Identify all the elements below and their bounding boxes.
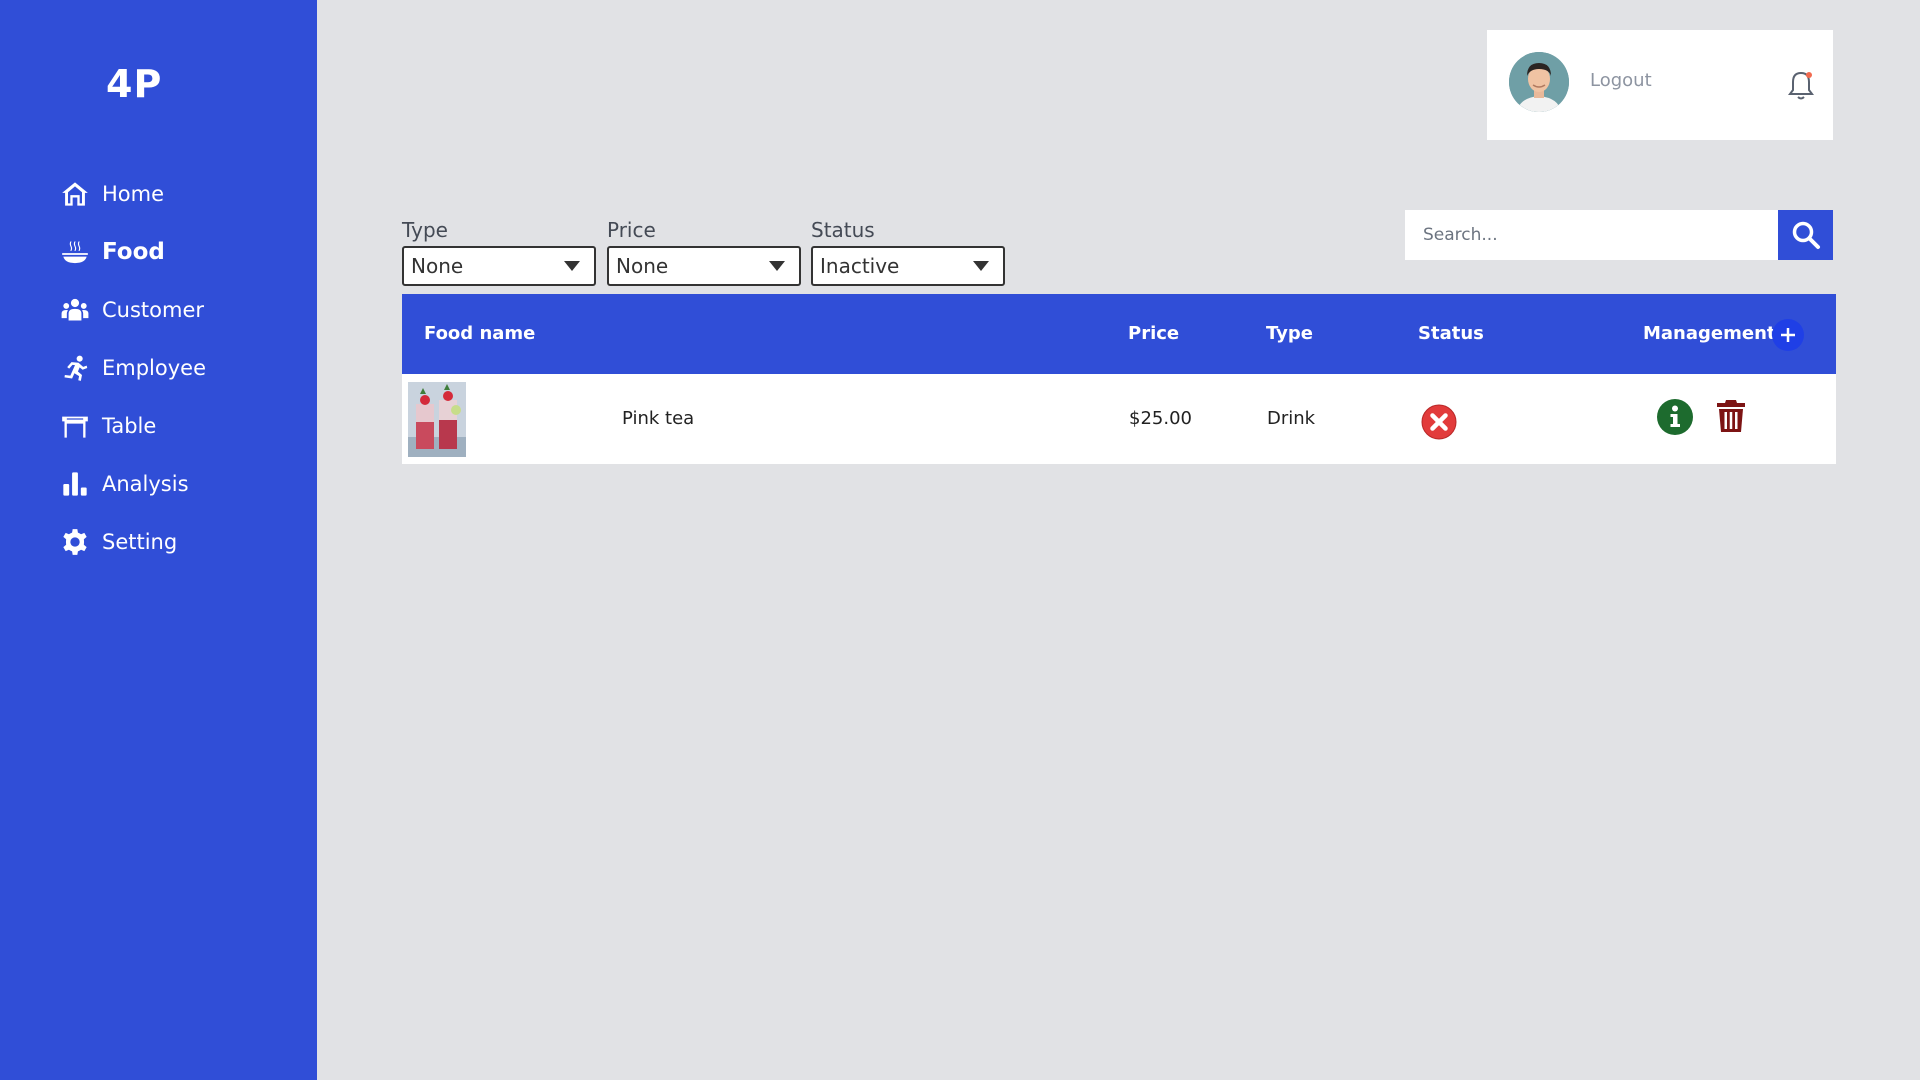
sidebar-item-food[interactable]: Food bbox=[60, 223, 206, 281]
sidebar-item-home[interactable]: Home bbox=[60, 165, 206, 223]
header-type: Type bbox=[1266, 323, 1313, 344]
status-inactive-icon bbox=[1421, 404, 1457, 440]
price-select-value: None bbox=[616, 254, 669, 278]
search-bar bbox=[1405, 210, 1833, 260]
type-filter: Type None bbox=[402, 216, 596, 286]
bell-icon[interactable] bbox=[1787, 70, 1815, 102]
customers-icon bbox=[60, 295, 90, 325]
table-icon bbox=[60, 411, 90, 441]
sidebar-item-label: Table bbox=[102, 414, 157, 438]
status-select-value: Inactive bbox=[820, 254, 900, 278]
sidebar-item-table[interactable]: Table bbox=[60, 397, 206, 455]
search-icon bbox=[1792, 221, 1820, 249]
delete-button[interactable] bbox=[1715, 398, 1747, 434]
chevron-down-icon bbox=[769, 261, 785, 271]
table-row: Pink tea $25.00 Drink bbox=[402, 374, 1836, 464]
app-logo: 4P bbox=[106, 62, 163, 106]
gear-icon bbox=[60, 527, 90, 557]
food-thumbnail bbox=[408, 382, 466, 457]
status-select[interactable]: Inactive bbox=[811, 246, 1005, 286]
sidebar-item-employee[interactable]: Employee bbox=[60, 339, 206, 397]
food-table: Food name Price Type Status Management P… bbox=[402, 294, 1836, 464]
sidebar-item-customer[interactable]: Customer bbox=[60, 281, 206, 339]
chevron-down-icon bbox=[973, 261, 989, 271]
info-icon bbox=[1657, 399, 1693, 435]
sidebar-item-label: Home bbox=[102, 182, 165, 206]
food-bowl-icon bbox=[60, 237, 90, 267]
price-filter: Price None bbox=[607, 216, 801, 286]
sidebar-item-label: Analysis bbox=[102, 472, 189, 496]
sidebar-item-label: Setting bbox=[102, 530, 178, 554]
table-header: Food name Price Type Status Management bbox=[402, 294, 1836, 374]
sidebar-item-label: Food bbox=[102, 239, 165, 265]
bar-chart-icon bbox=[60, 469, 90, 499]
food-name-cell: Pink tea bbox=[622, 408, 695, 429]
user-avatar[interactable] bbox=[1509, 52, 1569, 112]
header-food-name: Food name bbox=[424, 323, 536, 344]
status-filter: Status Inactive bbox=[811, 216, 1005, 286]
price-cell: $25.00 bbox=[1129, 408, 1192, 429]
price-select[interactable]: None bbox=[607, 246, 801, 286]
search-input[interactable] bbox=[1405, 210, 1778, 260]
type-select[interactable]: None bbox=[402, 246, 596, 286]
header-status: Status bbox=[1418, 323, 1484, 344]
search-button[interactable] bbox=[1778, 210, 1833, 260]
add-food-button[interactable] bbox=[1772, 319, 1804, 351]
sidebar-nav: Home Food Customer Employee Table Analys… bbox=[60, 165, 206, 571]
info-button[interactable] bbox=[1656, 398, 1694, 436]
employee-icon bbox=[60, 353, 90, 383]
plus-icon bbox=[1781, 328, 1795, 342]
sidebar-item-analysis[interactable]: Analysis bbox=[60, 455, 206, 513]
header-price: Price bbox=[1128, 323, 1180, 344]
sidebar-item-label: Employee bbox=[102, 356, 207, 380]
type-select-value: None bbox=[411, 254, 464, 278]
home-icon bbox=[60, 179, 90, 209]
type-filter-label: Type bbox=[402, 218, 448, 242]
trash-icon bbox=[1717, 400, 1745, 432]
sidebar: 4P Home Food Customer Employee Table Ana… bbox=[0, 0, 317, 1080]
sidebar-item-setting[interactable]: Setting bbox=[60, 513, 206, 571]
price-filter-label: Price bbox=[607, 218, 656, 242]
type-cell: Drink bbox=[1267, 408, 1316, 429]
header-management: Management bbox=[1643, 323, 1776, 344]
sidebar-item-label: Customer bbox=[102, 298, 205, 322]
status-filter-label: Status bbox=[811, 218, 875, 242]
chevron-down-icon bbox=[564, 261, 580, 271]
logout-link[interactable]: Logout bbox=[1590, 70, 1652, 91]
user-panel: Logout bbox=[1487, 30, 1833, 140]
